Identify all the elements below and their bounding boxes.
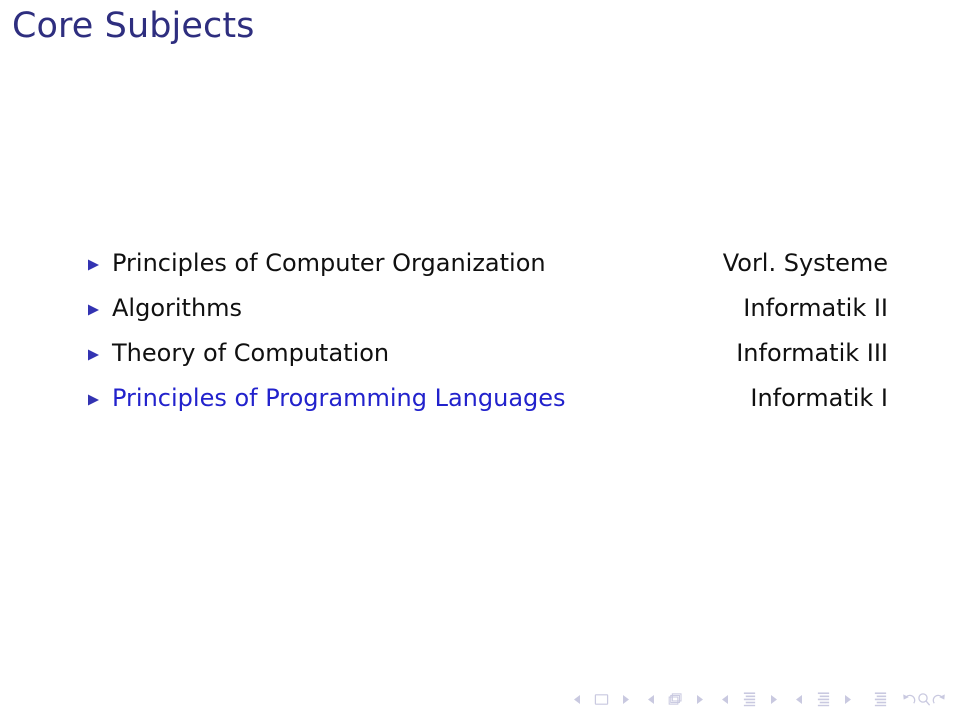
nav-spacer xyxy=(757,699,766,700)
nav-spacer xyxy=(659,699,668,700)
search-icon[interactable] xyxy=(917,690,931,708)
triangle-bullet-icon xyxy=(86,392,104,410)
list-item: Principles of Computer Organization Vorl… xyxy=(0,246,960,291)
page-title: Core Subjects xyxy=(12,6,255,46)
frame-icon[interactable] xyxy=(668,690,683,708)
previous-subsection-icon[interactable] xyxy=(718,690,733,708)
slide-icon[interactable] xyxy=(594,690,609,708)
list-item: Algorithms Informatik II xyxy=(0,291,960,336)
subsection-navigation-group xyxy=(718,690,781,708)
section-icon[interactable] xyxy=(816,690,831,708)
subject-name: Theory of Computation xyxy=(112,339,390,367)
nav-spacer xyxy=(807,699,816,700)
nav-spacer xyxy=(585,699,594,700)
next-slide-icon[interactable] xyxy=(618,690,633,708)
nav-spacer xyxy=(831,699,840,700)
course-name: Informatik III xyxy=(736,339,888,367)
beamer-slide: Core Subjects Principles of Computer Org… xyxy=(0,0,960,718)
previous-section-icon[interactable] xyxy=(792,690,807,708)
presentation-group xyxy=(873,690,888,708)
nav-spacer xyxy=(683,699,692,700)
triangle-bullet-icon xyxy=(86,257,104,275)
course-name: Informatik I xyxy=(750,384,888,412)
subsection-icon[interactable] xyxy=(742,690,757,708)
course-name: Vorl. Systeme xyxy=(722,249,888,277)
list-item: Theory of Computation Informatik III xyxy=(0,336,960,381)
subject-name: Algorithms xyxy=(112,294,243,322)
previous-slide-icon[interactable] xyxy=(570,690,585,708)
next-section-icon[interactable] xyxy=(840,690,855,708)
core-subjects-list: Principles of Computer Organization Vorl… xyxy=(0,246,960,426)
next-frame-icon[interactable] xyxy=(692,690,707,708)
list-item: Principles of Programming Languages Info… xyxy=(0,381,960,426)
triangle-bullet-icon xyxy=(86,302,104,320)
go-forward-icon[interactable] xyxy=(931,690,946,708)
frame-navigation-group xyxy=(644,690,707,708)
slide-navigation-group xyxy=(570,690,633,708)
subject-name-highlighted: Principles of Programming Languages xyxy=(112,384,566,412)
history-group xyxy=(902,690,946,708)
nav-spacer xyxy=(609,699,618,700)
next-subsection-icon[interactable] xyxy=(766,690,781,708)
previous-frame-icon[interactable] xyxy=(644,690,659,708)
nav-spacer xyxy=(733,699,742,700)
go-back-icon[interactable] xyxy=(902,690,917,708)
subject-name: Principles of Computer Organization xyxy=(112,249,546,277)
presentation-icon[interactable] xyxy=(873,690,888,708)
course-name: Informatik II xyxy=(743,294,888,322)
section-navigation-group xyxy=(792,690,855,708)
triangle-bullet-icon xyxy=(86,347,104,365)
beamer-navigation-bar xyxy=(570,688,946,710)
